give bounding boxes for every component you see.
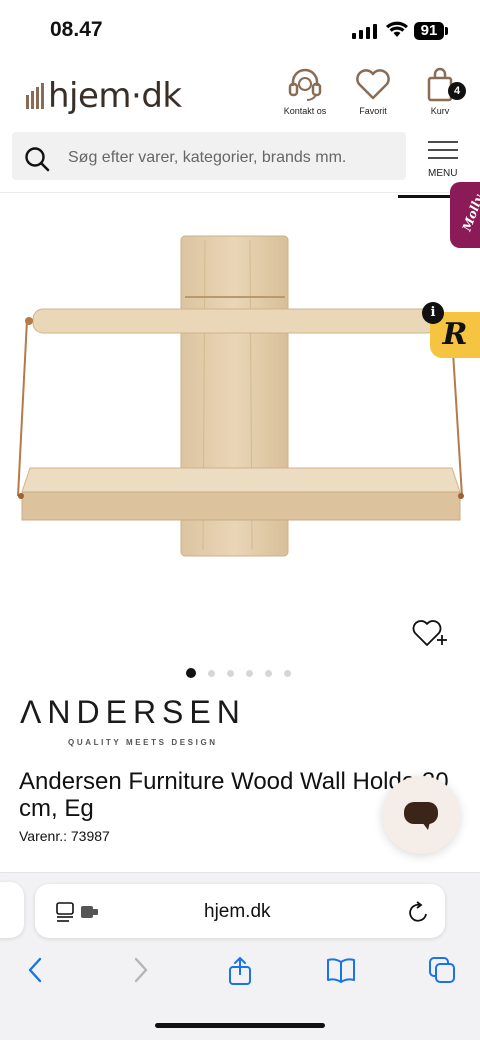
heart-icon: [356, 69, 390, 100]
contact-label: Kontakt os: [283, 106, 327, 116]
chat-button[interactable]: [382, 776, 460, 854]
info-icon[interactable]: i: [422, 302, 444, 324]
site-logo[interactable]: hjem·dk: [26, 76, 182, 116]
bookmarks-icon[interactable]: [326, 956, 356, 989]
reload-icon[interactable]: [408, 900, 430, 929]
home-indicator: [155, 1023, 325, 1028]
forward-icon[interactable]: [128, 956, 152, 989]
gallery-dot[interactable]: [284, 669, 291, 677]
search-input[interactable]: Søg efter varer, kategorier, brands mm.: [68, 149, 346, 167]
product-image[interactable]: [0, 200, 480, 600]
gallery-dot[interactable]: [227, 669, 234, 677]
cart-count-badge: 4: [448, 82, 466, 100]
gallery-dot[interactable]: [246, 669, 253, 677]
headset-icon: [288, 68, 322, 101]
gallery-dot[interactable]: [265, 669, 272, 677]
favorite-label: Favorit: [359, 106, 387, 116]
page-menu-icon[interactable]: [55, 901, 101, 928]
gallery-dot[interactable]: [186, 668, 196, 678]
product-sku: Varenr.: 73987: [19, 828, 110, 844]
molly-assistant-tab[interactable]: Molly: [450, 182, 480, 248]
gallery-dots[interactable]: [186, 668, 291, 678]
logo-text: hjem·dk: [48, 76, 182, 116]
menu-underline: [398, 195, 450, 198]
brand-tagline: QUALITY MEETS DESIGN: [68, 738, 218, 747]
back-icon[interactable]: [24, 956, 48, 989]
menu-icon[interactable]: [428, 140, 458, 165]
share-icon[interactable]: [227, 956, 253, 991]
chat-icon: [404, 802, 438, 830]
favorite-button[interactable]: Favorit: [338, 66, 408, 116]
cart-label: Kurv: [430, 106, 450, 116]
gallery-dot[interactable]: [208, 669, 215, 677]
molly-label: Molly: [459, 193, 480, 233]
wifi-icon: [385, 20, 409, 43]
add-to-wishlist-icon[interactable]: [411, 617, 451, 654]
header-divider: [0, 192, 480, 193]
search-icon[interactable]: [24, 146, 50, 177]
logo-bars-icon: [26, 83, 44, 109]
contact-button[interactable]: Kontakt os: [270, 66, 340, 116]
status-time: 08.47: [50, 18, 103, 41]
battery-tip: [445, 27, 448, 35]
battery-indicator: 91: [414, 22, 444, 40]
tabs-icon[interactable]: [428, 956, 458, 989]
menu-label[interactable]: MENU: [428, 168, 457, 179]
cellular-signal-icon: [352, 24, 377, 39]
url-text[interactable]: hjem.dk: [204, 901, 271, 923]
previous-tab-card[interactable]: [0, 882, 24, 938]
brand-logo[interactable]: ΛNDERSEN: [20, 694, 246, 731]
